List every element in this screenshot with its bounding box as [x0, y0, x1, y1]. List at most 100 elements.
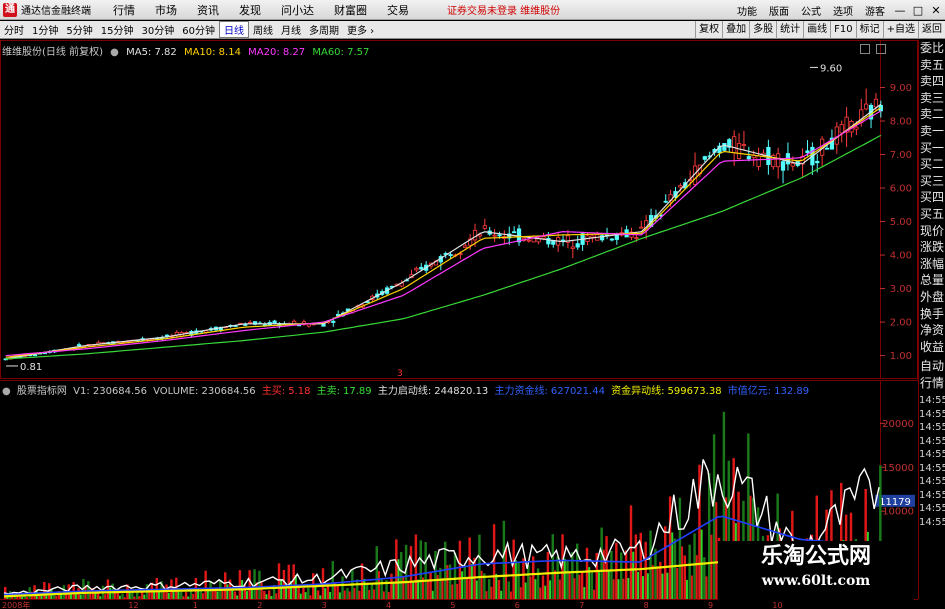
panel-icon[interactable] [876, 44, 886, 54]
stats-button[interactable]: 统计 [776, 21, 803, 39]
close-icon[interactable]: ✕ [927, 4, 945, 17]
maximize-icon[interactable]: □ [909, 4, 927, 17]
menu-item-layout[interactable]: 版面 [763, 3, 795, 18]
volume-bar [224, 572, 227, 599]
quote-label[interactable]: 现价 [919, 223, 945, 240]
volume-bar [649, 530, 652, 599]
quote-label[interactable]: 总量 [919, 272, 945, 289]
quote-label[interactable]: 委比 [919, 40, 945, 57]
minimize-icon[interactable]: — [891, 4, 909, 17]
volume-sub-bar [563, 558, 566, 599]
volume-bar [180, 591, 183, 599]
login-notice[interactable]: 证券交易未登录 维维股份 [447, 2, 560, 17]
volume-sub-bar [407, 581, 410, 599]
date-tick-label: 10 [772, 601, 782, 609]
quote-label[interactable]: 换手 [919, 306, 945, 323]
candle-body [839, 124, 844, 134]
quote-label[interactable]: 涨幅 [919, 256, 945, 273]
quote-label[interactable]: 买一 [919, 140, 945, 157]
volume-sub-bar [534, 579, 537, 599]
quote-label[interactable]: 卖三 [919, 90, 945, 107]
zoom-icon[interactable] [860, 44, 870, 54]
volume-sub-bar [617, 579, 620, 599]
quote-label[interactable]: 卖四 [919, 73, 945, 90]
volume-bar [507, 581, 510, 599]
indicator-gear-icon[interactable]: ● [2, 386, 11, 397]
menu-item-function[interactable]: 功能 [731, 3, 763, 18]
volume-sub-bar [505, 546, 508, 599]
volume-sub-bar [324, 588, 327, 599]
menu-item-options[interactable]: 选项 [827, 3, 859, 18]
period-daily[interactable]: 日线 [218, 21, 249, 38]
period-tick[interactable]: 分时 [0, 22, 28, 37]
volume-bar [478, 534, 481, 599]
quote-label[interactable]: 买五 [919, 206, 945, 223]
volume-sub-bar [280, 579, 283, 599]
menu-item-discover[interactable]: 发现 [229, 2, 271, 18]
menu-item-ask[interactable]: 问小达 [271, 2, 324, 18]
menu-item-market[interactable]: 市场 [145, 2, 187, 18]
toolbar-right: 复权 叠加 多股 统计 画线 F10 标记 +自选 返回 [695, 21, 945, 39]
date-tick-label: 8 [644, 601, 649, 609]
period-1min[interactable]: 1分钟 [28, 22, 62, 37]
volume-bar [302, 587, 305, 599]
period-monthly[interactable]: 月线 [277, 22, 305, 37]
menu-item-quotes[interactable]: 行情 [103, 2, 145, 18]
period-more[interactable]: 更多 › [343, 22, 378, 37]
period-15min[interactable]: 15分钟 [97, 22, 138, 37]
quote-label[interactable]: 卖五 [919, 57, 945, 74]
volume-bar [106, 579, 110, 599]
volume-sub-bar [642, 576, 644, 599]
quote-label[interactable]: 净资 [919, 322, 945, 339]
indicator-name[interactable]: 股票指标网 [17, 386, 67, 397]
draw-button[interactable]: 画线 [803, 21, 830, 39]
date-tick-label: 5 [450, 601, 455, 609]
quote-side-column: 委比 卖五 卖四 卖三 卖二 卖一 买一 买二 买三 买四 买五 现价 涨跌 涨幅 总量 外盘 换手 净资 收益 自… [918, 40, 945, 600]
period-5min[interactable]: 5分钟 [62, 22, 96, 37]
menu-item-wealth[interactable]: 财富圈 [324, 2, 377, 18]
volume-sub-bar [221, 589, 224, 599]
overlay-button[interactable]: 叠加 [722, 21, 749, 39]
menu-item-trade[interactable]: 交易 [377, 2, 419, 18]
quote-label[interactable]: 买三 [919, 173, 945, 190]
volume-bar [429, 571, 432, 599]
period-weekly[interactable]: 周线 [249, 22, 277, 37]
quote-label[interactable]: 卖二 [919, 106, 945, 123]
volume-sub-bar [583, 587, 586, 599]
app-title: 通达信金融终端 [21, 6, 91, 17]
period-multi[interactable]: 多周期 [305, 22, 343, 37]
menu-item-news[interactable]: 资讯 [187, 2, 229, 18]
price-chart[interactable]: 9.00 8.00 7.00 6.00 5.00 4.00 3.00 2.00 1.00 9.60… [0, 40, 918, 379]
multi-stock-button[interactable]: 多股 [749, 21, 776, 39]
market-cap-value: 132.89 [774, 386, 810, 397]
auto-quote-label[interactable]: 自动 [919, 358, 945, 375]
quote-label[interactable]: 卖一 [919, 123, 945, 140]
price-tick-label: 6.00 [890, 184, 912, 195]
menu-item-guest[interactable]: 游客 [859, 3, 891, 18]
menu-bar: 通 通达信金融终端 行情 市场 资讯 发现 问小达 财富圈 交易 证券交易未登录… [0, 0, 945, 20]
adjust-button[interactable]: 复权 [695, 21, 722, 39]
quote-label[interactable]: 买四 [919, 189, 945, 206]
add-watchlist-button[interactable]: +自选 [882, 21, 918, 39]
volume-sub-bar [500, 590, 503, 599]
volume-sub-bar [338, 592, 341, 599]
volume-sub-bar [358, 590, 361, 599]
quote-label[interactable]: 买二 [919, 156, 945, 173]
menu-item-formula[interactable]: 公式 [795, 3, 827, 18]
quote-label[interactable]: 涨跌 [919, 239, 945, 256]
period-30min[interactable]: 30分钟 [137, 22, 178, 37]
auto-quote-label[interactable]: 行情 [919, 375, 945, 392]
period-60min[interactable]: 60分钟 [178, 22, 219, 37]
volume-bar [282, 569, 286, 599]
f10-button[interactable]: F10 [830, 21, 855, 39]
quote-label[interactable]: 收益 [919, 339, 945, 356]
tick-time: 14:55 [919, 462, 945, 474]
back-button[interactable]: 返回 [918, 21, 945, 39]
mark-button[interactable]: 标记 [855, 21, 883, 39]
quote-label[interactable]: 外盘 [919, 289, 945, 306]
volume-sub-bar [382, 591, 385, 599]
price-chart-panel[interactable]: 9.00 8.00 7.00 6.00 5.00 4.00 3.00 2.00 1.00 9.60… [0, 40, 918, 379]
volume-bar [605, 536, 608, 599]
volume-sub-bar [353, 587, 356, 599]
volume-bar [375, 546, 378, 599]
